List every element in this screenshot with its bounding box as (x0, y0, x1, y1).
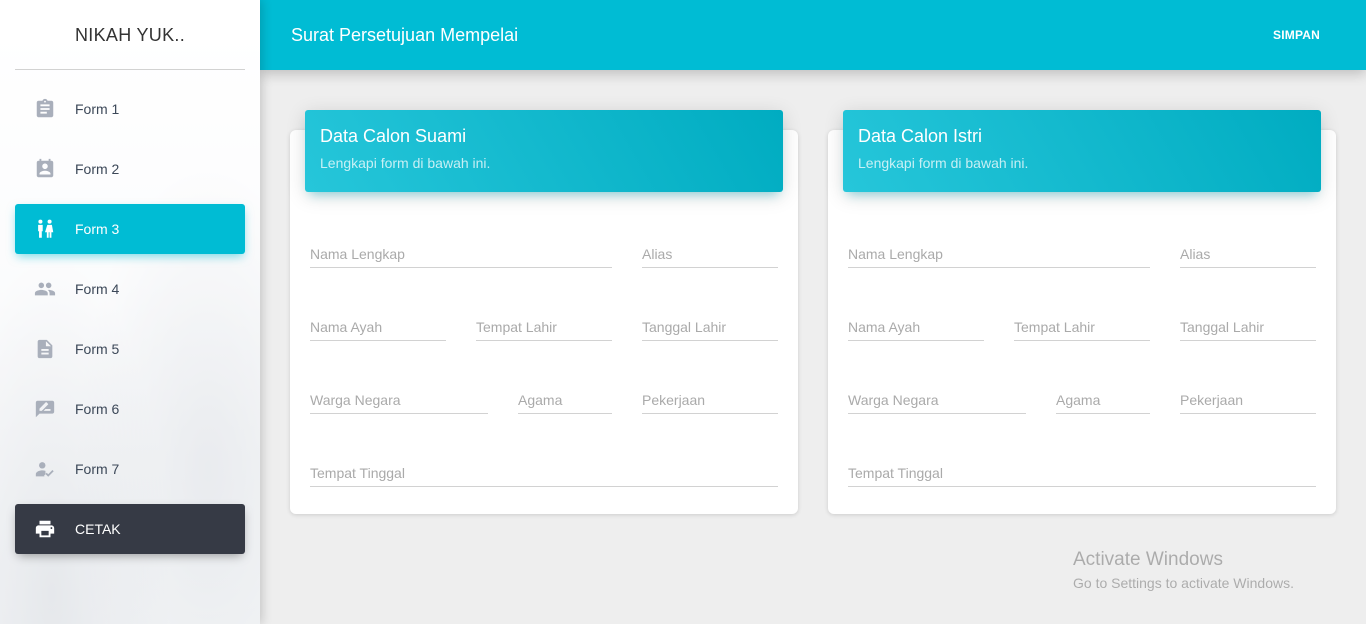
sidebar-item-label: Form 3 (75, 221, 120, 237)
card-title: Data Calon Istri (858, 126, 983, 146)
print-button-label: CETAK (75, 521, 121, 537)
nama-ayah-field[interactable]: Nama Ayah (848, 313, 984, 341)
print-button[interactable]: CETAK (15, 504, 245, 554)
printer-icon (33, 517, 57, 541)
sidebar-item-label: Form 5 (75, 341, 120, 357)
pekerjaan-field[interactable]: Pekerjaan (642, 386, 778, 414)
tanggal-lahir-field[interactable]: Tanggal Lahir (1180, 313, 1316, 341)
activate-windows-watermark: Activate Windows Go to Settings to activ… (1073, 549, 1294, 591)
nama-lengkap-field[interactable]: Nama Lengkap (848, 240, 1150, 268)
sidebar-item-form-1[interactable]: Form 1 (15, 84, 245, 134)
user-check-icon (33, 457, 57, 481)
sidebar-item-form-6[interactable]: Form 6 (15, 384, 245, 434)
card-header: Data Calon Suami Lengkapi form di bawah … (305, 110, 783, 192)
sidebar-item-form-2[interactable]: Form 2 (15, 144, 245, 194)
nama-lengkap-field[interactable]: Nama Lengkap (310, 240, 612, 268)
sidebar-item-label: Form 1 (75, 101, 120, 117)
tanggal-lahir-field[interactable]: Tanggal Lahir (642, 313, 778, 341)
page-title: Surat Persetujuan Mempelai (291, 24, 519, 45)
bride-data-card: Data Calon Istri Lengkapi form di bawah … (828, 110, 1336, 514)
sidebar-item-form-5[interactable]: Form 5 (15, 324, 245, 374)
nama-ayah-field[interactable]: Nama Ayah (310, 313, 446, 341)
signature-icon (33, 397, 57, 421)
card-title: Data Calon Suami (320, 126, 467, 146)
agama-field[interactable]: Agama (518, 386, 612, 414)
watermark-title: Activate Windows (1073, 549, 1223, 570)
warga-negara-field[interactable]: Warga Negara (310, 386, 488, 414)
sidebar-item-form-3[interactable]: Form 3 (15, 204, 245, 254)
couple-icon (33, 217, 57, 241)
alias-field[interactable]: Alias (1180, 240, 1316, 268)
groom-data-card: Data Calon Suami Lengkapi form di bawah … (290, 110, 798, 514)
tempat-lahir-field[interactable]: Tempat Lahir (1014, 313, 1150, 341)
sidebar-item-form-4[interactable]: Form 4 (15, 264, 245, 314)
sidebar-nav: Form 1 Form 2 Form 3 Form 4 Form 5 Form … (15, 84, 245, 564)
sidebar-item-label: Form 2 (75, 161, 120, 177)
brand-divider (15, 69, 245, 70)
pekerjaan-field[interactable]: Pekerjaan (1180, 386, 1316, 414)
people-icon (33, 277, 57, 301)
card-header: Data Calon Istri Lengkapi form di bawah … (843, 110, 1321, 192)
card-subtitle: Lengkapi form di bawah ini. (320, 155, 491, 171)
top-navbar: Surat Persetujuan Mempelai SIMPAN (260, 0, 1366, 70)
document-icon (33, 337, 57, 361)
sidebar-item-label: Form 4 (75, 281, 120, 297)
tempat-lahir-field[interactable]: Tempat Lahir (476, 313, 612, 341)
brand-logo-text[interactable]: NIKAH YUK.. (0, 0, 260, 70)
contact-calendar-icon (33, 157, 57, 181)
sidebar-item-form-7[interactable]: Form 7 (15, 444, 245, 494)
watermark-subtitle: Go to Settings to activate Windows. (1073, 575, 1294, 591)
warga-negara-field[interactable]: Warga Negara (848, 386, 1026, 414)
alias-field[interactable]: Alias (642, 240, 778, 268)
sidebar: NIKAH YUK.. Form 1 Form 2 Form 3 Form 4 (0, 0, 260, 624)
clipboard-icon (33, 97, 57, 121)
sidebar-item-label: Form 7 (75, 461, 120, 477)
card-subtitle: Lengkapi form di bawah ini. (858, 155, 1029, 171)
tempat-tinggal-field[interactable]: Tempat Tinggal (848, 459, 1316, 487)
agama-field[interactable]: Agama (1056, 386, 1150, 414)
tempat-tinggal-field[interactable]: Tempat Tinggal (310, 459, 778, 487)
sidebar-item-label: Form 6 (75, 401, 120, 417)
save-button[interactable]: SIMPAN (1273, 28, 1320, 42)
